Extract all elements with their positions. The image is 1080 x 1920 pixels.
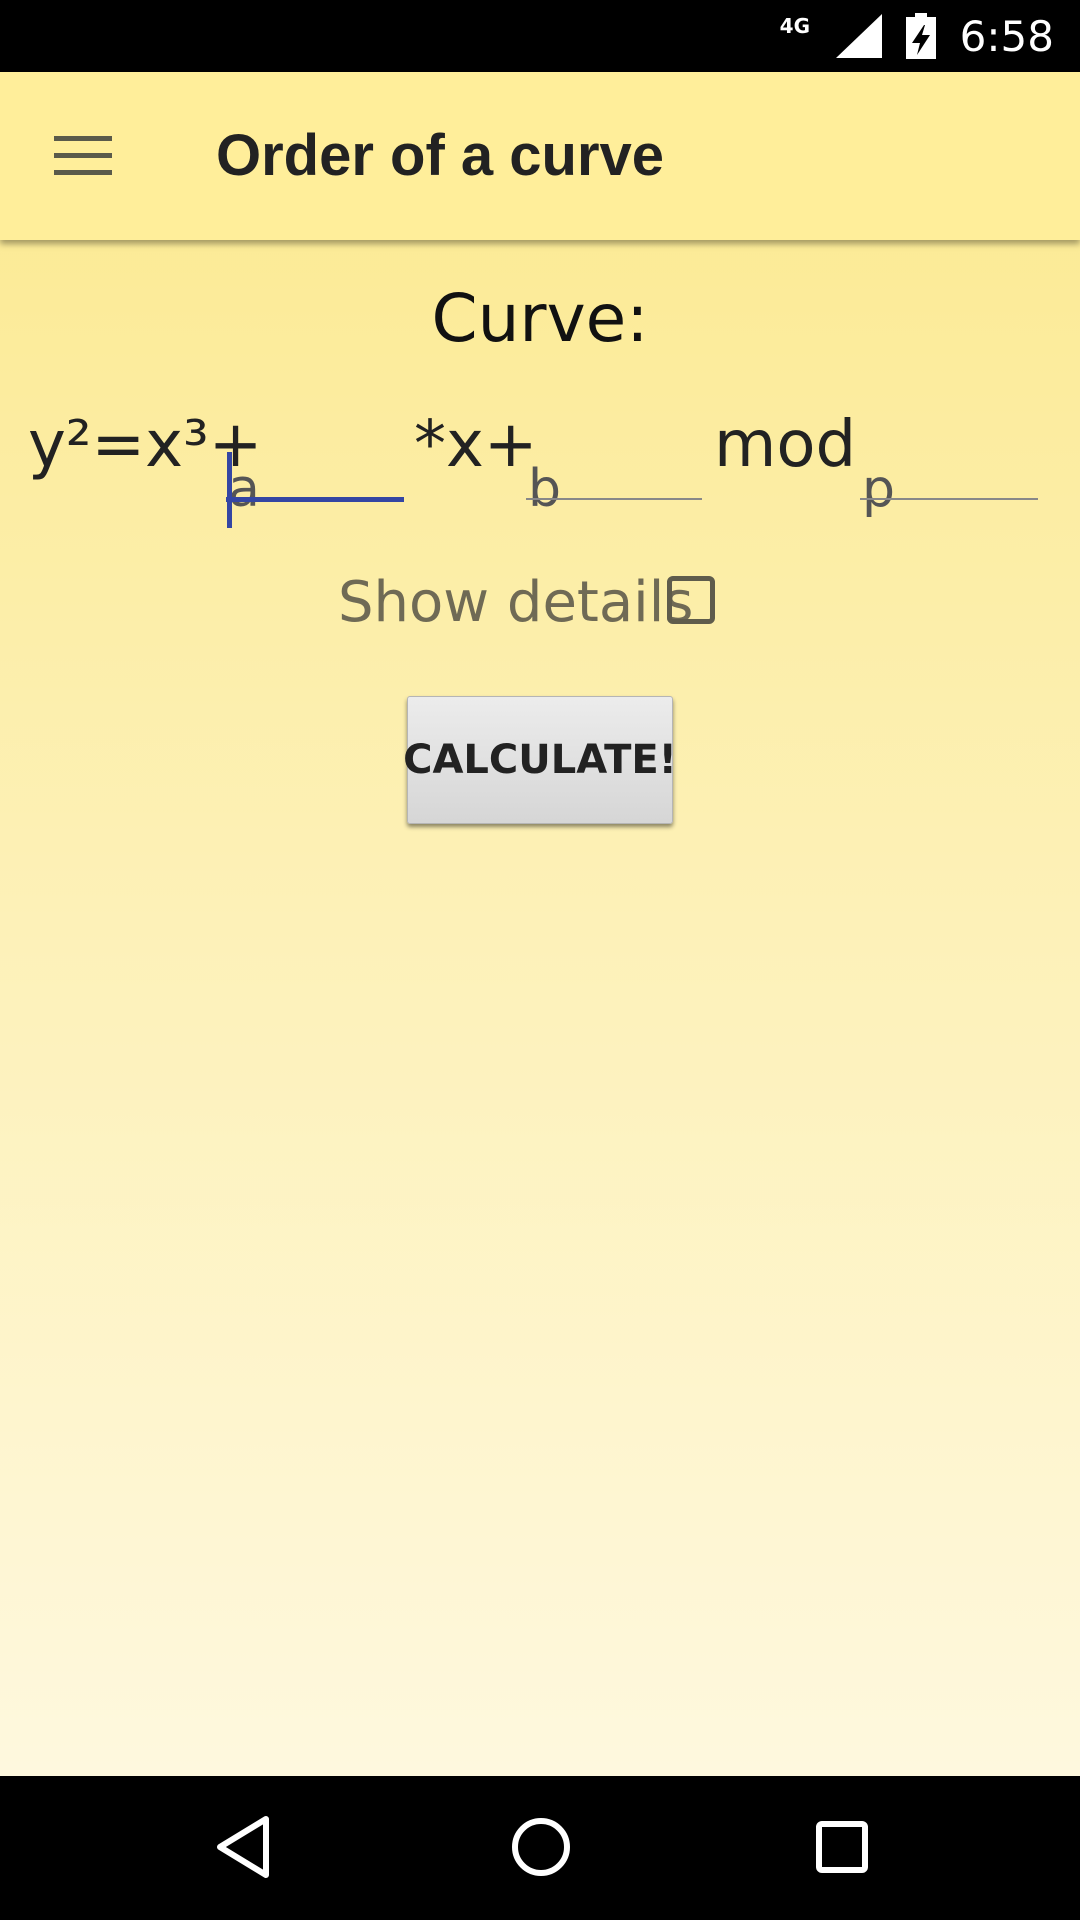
show-details-label: Show details xyxy=(338,570,694,635)
calculate-button[interactable]: CALCULATE! xyxy=(403,696,677,824)
network-type-label: 4G xyxy=(779,14,811,38)
toolbar: Order of a curve xyxy=(0,72,1080,240)
menu-icon[interactable] xyxy=(54,136,112,176)
coefficient-b-input[interactable] xyxy=(526,450,702,528)
text-cursor xyxy=(227,452,232,528)
curve-heading: Curve: xyxy=(431,280,649,357)
signal-icon xyxy=(835,14,882,58)
navigation-bar xyxy=(0,1776,1080,1920)
status-icons: 4G 6:58 xyxy=(780,0,1054,72)
mod-label: mod xyxy=(714,408,857,482)
status-bar: 4G 6:58 xyxy=(0,0,1080,72)
show-details-checkbox[interactable] xyxy=(667,576,715,624)
app-content: Order of a curve Curve: y²=x³+ *x+ mod S… xyxy=(0,72,1080,1776)
modulus-p-input[interactable] xyxy=(860,450,1038,528)
coefficient-a-input[interactable] xyxy=(226,450,402,528)
recents-icon[interactable] xyxy=(814,1814,870,1880)
page-title: Order of a curve xyxy=(216,123,665,188)
back-icon[interactable] xyxy=(214,1814,272,1880)
coefficient-a-underline xyxy=(226,497,404,502)
clock: 6:58 xyxy=(959,11,1054,61)
equation-middle: *x+ xyxy=(414,408,538,482)
battery-charging-icon xyxy=(905,13,936,59)
modulus-p-underline xyxy=(860,498,1038,500)
coefficient-b-underline xyxy=(526,498,702,500)
home-icon[interactable] xyxy=(510,1814,572,1880)
